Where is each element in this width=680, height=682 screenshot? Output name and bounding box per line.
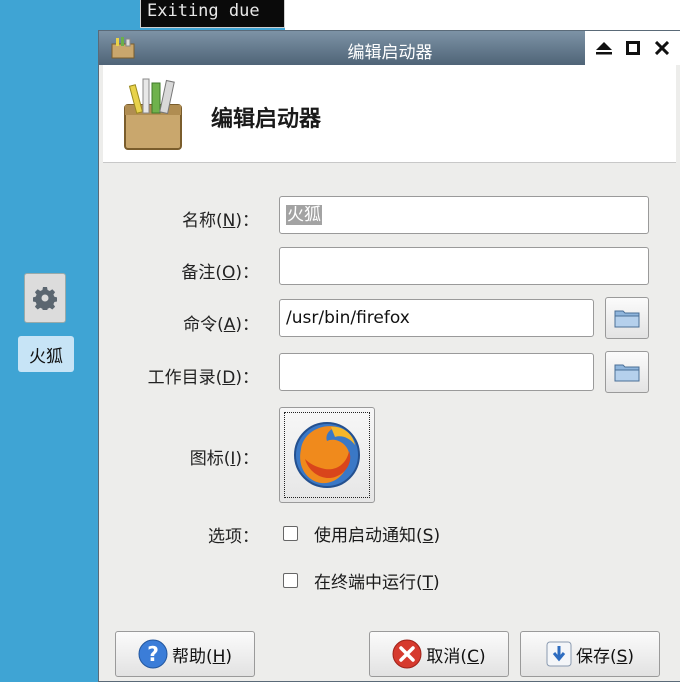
eject-icon [595, 42, 612, 55]
workdir-label: 工作目录(D)： [147, 368, 259, 388]
launcher-label[interactable]: 火狐 [18, 336, 74, 372]
run-in-terminal-label: 在终端中运行(T) [314, 573, 440, 593]
name-label: 名称(N)： [182, 211, 259, 231]
comment-label: 备注(O)： [181, 263, 259, 283]
command-label: 命令(A)： [183, 315, 259, 335]
cancel-button[interactable]: 取消(C) [369, 631, 509, 677]
folder-icon [614, 364, 640, 382]
help-button[interactable]: ? 帮助(H) [115, 631, 255, 677]
icon-label: 图标(I)： [189, 449, 259, 469]
help-label: 帮助(H) [171, 646, 233, 667]
window-controls [585, 31, 680, 65]
startup-notify-checkbox[interactable] [283, 526, 298, 541]
startup-notify-label: 使用启动通知(S) [314, 526, 441, 546]
terminal-output: Exiting due [140, 0, 285, 28]
icon-picker-focus [284, 412, 370, 498]
firefox-icon [294, 422, 360, 488]
launcher-editor-icon [124, 78, 182, 150]
run-in-terminal-option[interactable]: 在终端中运行(T) [283, 568, 440, 593]
window-title: 编辑启动器 [347, 43, 433, 63]
folder-icon [614, 310, 640, 328]
launcher-gear-icon[interactable] [24, 273, 66, 323]
workdir-field[interactable] [279, 353, 594, 391]
svg-text:?: ? [147, 642, 159, 666]
dialog-header: 编辑启动器 [103, 65, 676, 163]
save-download-icon [546, 641, 572, 667]
edit-launcher-dialog: 编辑启动器 编辑启动器 名称(N)： 火狐 备注(O)： 命令(A)： /usr… [98, 30, 680, 682]
options-label: 选项： [208, 527, 259, 547]
save-label: 保存(S) [575, 646, 635, 667]
name-field[interactable]: 火狐 [279, 196, 649, 234]
name-value: 火狐 [286, 205, 322, 225]
gear-icon [33, 287, 57, 310]
app-icon [111, 37, 135, 59]
header-title: 编辑启动器 [211, 107, 322, 132]
help-icon: ? [138, 639, 168, 669]
close-icon [654, 41, 669, 55]
background-window-area [285, 0, 680, 30]
startup-notify-option[interactable]: 使用启动通知(S) [283, 521, 440, 546]
command-field[interactable]: /usr/bin/firefox [279, 299, 594, 337]
run-in-terminal-checkbox[interactable] [283, 573, 298, 588]
shade-button[interactable] [592, 37, 616, 59]
close-button[interactable] [650, 37, 674, 59]
maximize-icon [625, 41, 640, 55]
browse-command-button[interactable] [605, 297, 649, 339]
comment-field[interactable] [279, 247, 649, 285]
title-bar[interactable]: 编辑启动器 [99, 31, 680, 65]
browse-workdir-button[interactable] [605, 351, 649, 393]
maximize-button[interactable] [621, 37, 645, 59]
cancel-label: 取消(C) [426, 646, 486, 667]
save-button[interactable]: 保存(S) [520, 631, 660, 677]
cancel-icon [392, 639, 422, 669]
icon-picker-button[interactable] [279, 407, 375, 503]
